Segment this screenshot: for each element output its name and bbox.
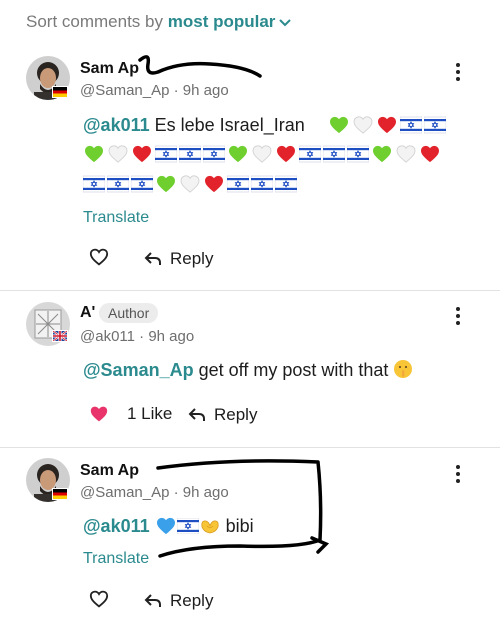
like-button[interactable] [89,248,109,266]
israel-flag-emoji [275,175,297,193]
white-heart-emoji [107,145,129,163]
author-badge: Author [99,303,159,323]
israel-flag-emoji [203,145,225,163]
comment-time: 9h ago [182,82,229,99]
sort-value[interactable]: most popular [168,12,276,31]
reply-arrow-icon [188,408,205,421]
sort-dropdown[interactable]: most popular [168,12,292,31]
more-options-icon[interactable] [452,61,464,83]
emoji-row [328,116,448,134]
divider [0,290,500,291]
translate-link[interactable]: Translate [83,209,149,227]
more-options-icon[interactable] [452,305,464,327]
comment-body: @ak011 Es lebe Israel_Iran [83,110,305,140]
israel-flag-emoji [323,145,345,163]
green-heart-emoji [371,145,393,163]
comment-time: 9h ago [148,328,195,345]
comment-body: @Saman_Ap get off my post with that [83,355,413,385]
red-heart-emoji [275,145,297,163]
author-handle[interactable]: @ak011 [80,328,135,345]
mention-link[interactable]: @ak011 [83,516,150,536]
red-heart-emoji [376,116,398,134]
chevron-down-icon[interactable] [279,18,292,27]
israel-flag-emoji [177,518,199,534]
israel-flag-emoji [155,145,177,163]
israel-flag-emoji [299,145,321,163]
heart-icon[interactable] [89,405,109,423]
red-heart-emoji [203,175,225,193]
israel-flag-emoji [400,116,422,134]
israel-flag-emoji [251,175,273,193]
sort-label: Sort comments by [26,12,163,31]
israel-flag-emoji [131,175,153,193]
israel-flag-emoji [107,175,129,193]
translate-link[interactable]: Translate [83,550,149,568]
reply-label[interactable]: Reply [214,405,257,425]
author-handle[interactable]: @Saman_Ap [80,484,169,501]
white-heart-emoji [395,145,417,163]
red-heart-emoji [419,145,441,163]
mention-link[interactable]: @Saman_Ap [83,360,194,380]
reply-button[interactable]: Reply [144,249,213,269]
green-heart-emoji [328,116,350,134]
reply-arrow-icon [144,594,161,607]
blue-heart-emoji [155,517,177,535]
white-heart-emoji [352,116,374,134]
green-heart-emoji [155,175,177,193]
heart-hands-emoji [201,520,219,534]
reply-label[interactable]: Reply [170,591,213,611]
comment-meta: @Saman_Ap · 9h ago [80,82,229,99]
comment-meta: @Saman_Ap · 9h ago [80,484,229,501]
israel-flag-emoji [179,145,201,163]
green-heart-emoji [227,145,249,163]
like-button[interactable]: 1 Like [89,404,172,424]
comment-text: Es lebe Israel_Iran [154,115,305,135]
author-name[interactable]: Sam Ap [80,462,139,480]
like-button[interactable] [89,590,109,608]
author-name[interactable]: Sam Ap [80,60,139,78]
comment-meta: @ak011 · 9h ago [80,328,195,345]
reply-button[interactable]: Reply [188,405,257,425]
divider [0,447,500,448]
green-heart-emoji [83,145,105,163]
uk-flag [52,330,68,342]
emoji-row [83,145,443,163]
comment-body: @ak011 bibi [83,511,254,541]
shushing-face-emoji [394,360,413,378]
white-heart-emoji [251,145,273,163]
comment-time: 9h ago [182,484,229,501]
reply-arrow-icon [144,252,161,265]
more-options-icon[interactable] [452,463,464,485]
reply-button[interactable]: Reply [144,591,213,611]
mention-link[interactable]: @ak011 [83,115,150,135]
israel-flag-emoji [347,145,369,163]
israel-flag-emoji [227,175,249,193]
author-handle[interactable]: @Saman_Ap [80,82,169,99]
israel-flag-emoji [424,116,446,134]
like-count[interactable]: 1 Like [127,404,172,424]
reply-label[interactable]: Reply [170,249,213,269]
israel-flag-emoji [83,175,105,193]
comment-text: bibi [225,516,254,536]
heart-icon[interactable] [89,248,109,266]
germany-flag [52,86,68,98]
comment-text: get off my post with that [198,360,389,380]
sort-bar: Sort comments by most popular [26,12,292,32]
heart-icon[interactable] [89,590,109,608]
author-name[interactable]: A' [80,304,95,322]
white-heart-emoji [179,175,201,193]
red-heart-emoji [131,145,153,163]
germany-flag [52,488,68,500]
emoji-row [83,175,299,193]
